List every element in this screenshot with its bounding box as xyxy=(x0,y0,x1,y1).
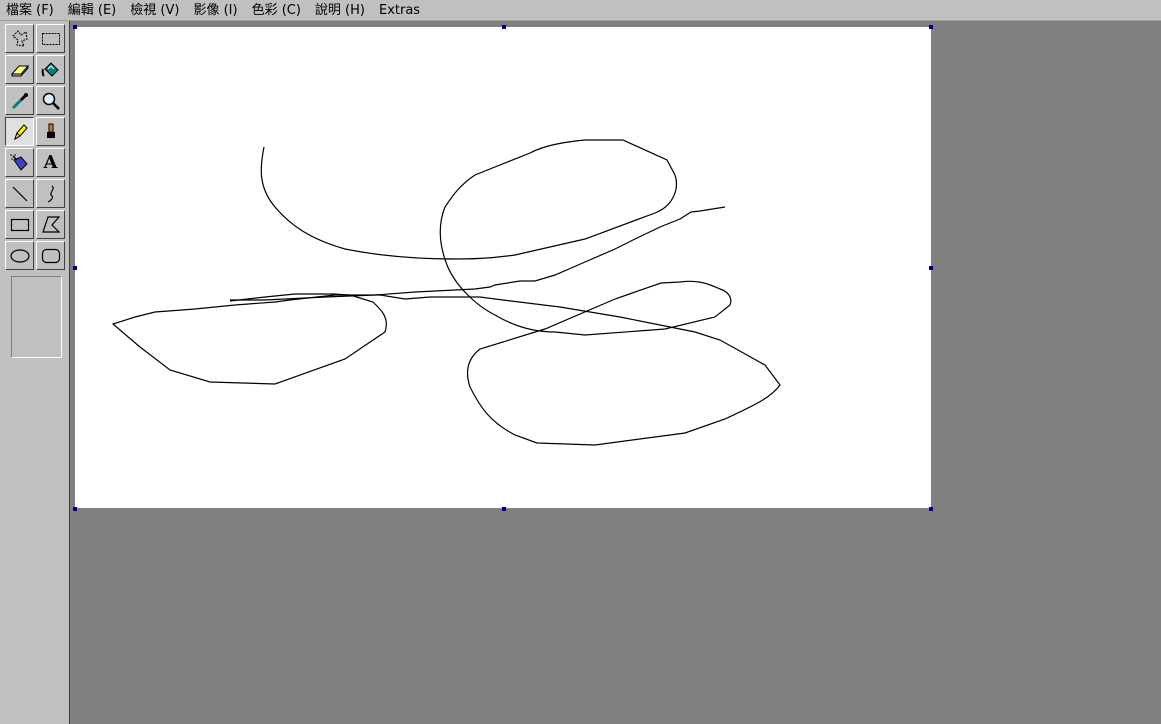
rectangle-icon xyxy=(10,218,29,231)
rounded-rectangle-tool[interactable] xyxy=(36,241,65,270)
resize-handle-top-right[interactable] xyxy=(929,25,933,29)
menu-bar: 檔案 (F) 編輯 (E) 檢視 (V) 影像 (I) 色彩 (C) 說明 (H… xyxy=(0,0,1161,21)
eraser-icon xyxy=(10,65,29,76)
airbrush-icon xyxy=(9,153,28,171)
curve-tool[interactable] xyxy=(36,179,65,208)
free-form-select-tool[interactable] xyxy=(5,24,34,53)
tool-grid: A xyxy=(4,23,66,271)
menu-help[interactable]: 說明 (H) xyxy=(308,0,372,21)
line-tool[interactable] xyxy=(5,179,34,208)
resize-handle-bottom-middle[interactable] xyxy=(502,507,506,511)
menu-view[interactable]: 檢視 (V) xyxy=(123,0,186,21)
drawing-canvas[interactable] xyxy=(75,27,931,508)
rounded-rectangle-icon xyxy=(41,248,60,263)
resize-handle-bottom-left[interactable] xyxy=(73,507,77,511)
drawing-strokes xyxy=(111,139,781,446)
resize-handle-top-middle[interactable] xyxy=(502,25,506,29)
resize-handle-middle-right[interactable] xyxy=(929,266,933,270)
rectangle-select-icon xyxy=(41,32,60,45)
ellipse-tool[interactable] xyxy=(5,241,34,270)
stroke-upper-loop xyxy=(111,139,781,446)
curve-icon xyxy=(47,185,54,203)
polygon-icon xyxy=(41,215,60,233)
free-form-select-icon xyxy=(11,29,28,47)
pencil-tool[interactable] xyxy=(5,117,34,146)
menu-edit[interactable]: 編輯 (E) xyxy=(61,0,124,21)
menu-extras[interactable]: Extras xyxy=(372,0,427,21)
rectangle-select-tool[interactable] xyxy=(36,24,65,53)
text-icon: A xyxy=(43,152,58,173)
resize-handle-top-left[interactable] xyxy=(73,25,77,29)
airbrush-tool[interactable] xyxy=(5,148,34,177)
magnifier-tool[interactable] xyxy=(36,86,65,115)
pencil-icon xyxy=(13,123,28,140)
eraser-tool[interactable] xyxy=(5,55,34,84)
menu-file[interactable]: 檔案 (F) xyxy=(0,0,61,21)
rectangle-tool[interactable] xyxy=(5,210,34,239)
toolbox: A xyxy=(0,21,70,724)
color-picker-tool[interactable] xyxy=(5,86,34,115)
fill-bucket-icon xyxy=(41,61,59,77)
resize-handle-bottom-right[interactable] xyxy=(929,507,933,511)
magnifier-icon xyxy=(42,92,60,110)
brush-icon xyxy=(46,123,55,138)
resize-handle-middle-left[interactable] xyxy=(73,266,77,270)
brush-tool[interactable] xyxy=(36,117,65,146)
fill-bucket-tool[interactable] xyxy=(36,55,65,84)
menu-colors[interactable]: 色彩 (C) xyxy=(245,0,308,21)
text-tool[interactable]: A xyxy=(36,148,65,177)
color-picker-icon xyxy=(11,92,28,109)
polygon-tool[interactable] xyxy=(36,210,65,239)
menu-image[interactable]: 影像 (I) xyxy=(186,0,244,21)
line-icon xyxy=(12,186,27,201)
tool-options-panel[interactable] xyxy=(11,276,62,358)
ellipse-icon xyxy=(9,248,30,263)
